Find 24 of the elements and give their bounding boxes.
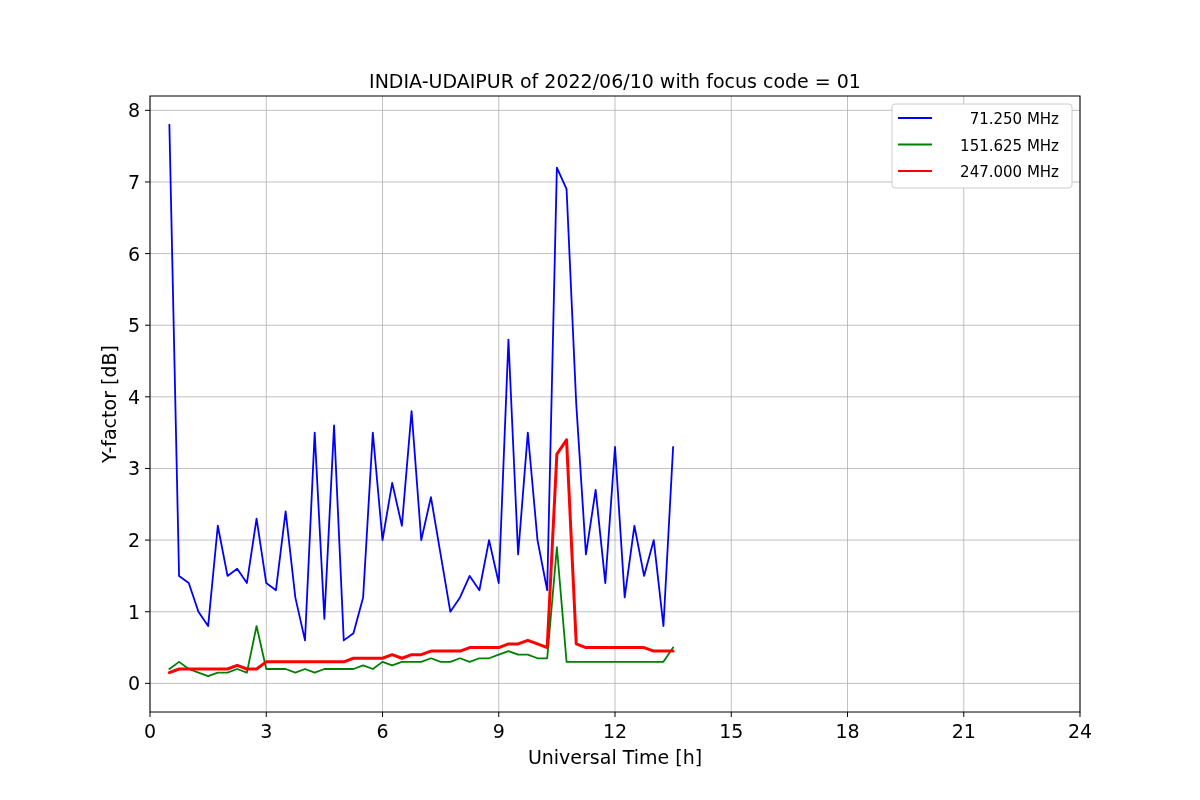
x-tick-label: 0 — [143, 720, 157, 742]
legend-label: 71.250 MHz — [969, 110, 1059, 128]
y-tick-label: 4 — [127, 385, 140, 408]
y-tick-label: 7 — [127, 170, 140, 193]
x-tick-label: 3 — [260, 720, 273, 742]
y-tick-label: 0 — [127, 672, 140, 695]
x-tick-label: 21 — [951, 720, 976, 742]
y-axis-label: Y-factor [dB] — [98, 345, 120, 463]
y-tick-label: 5 — [127, 314, 140, 337]
x-tick-label: 12 — [602, 720, 628, 742]
chart-title: INDIA-UDAIPUR of 2022/06/10 with focus code = 01 — [369, 70, 861, 92]
y-tick-label: 1 — [127, 600, 140, 623]
y-tick-label: 8 — [127, 99, 140, 122]
x-tick-label: 15 — [719, 720, 744, 742]
legend-label: 151.625 MHz — [960, 136, 1059, 155]
legend-label: 247.000 MHz — [960, 163, 1059, 181]
x-axis-label: Universal Time [h] — [527, 746, 703, 768]
y-tick-label: 3 — [127, 457, 140, 480]
x-tick-label: 24 — [1067, 720, 1093, 742]
x-tick-label: 6 — [376, 720, 389, 742]
y-tick-label: 2 — [127, 529, 140, 552]
y-tick-label: 6 — [127, 242, 140, 265]
x-tick-label: 9 — [492, 720, 505, 742]
x-tick-label: 18 — [835, 720, 860, 742]
